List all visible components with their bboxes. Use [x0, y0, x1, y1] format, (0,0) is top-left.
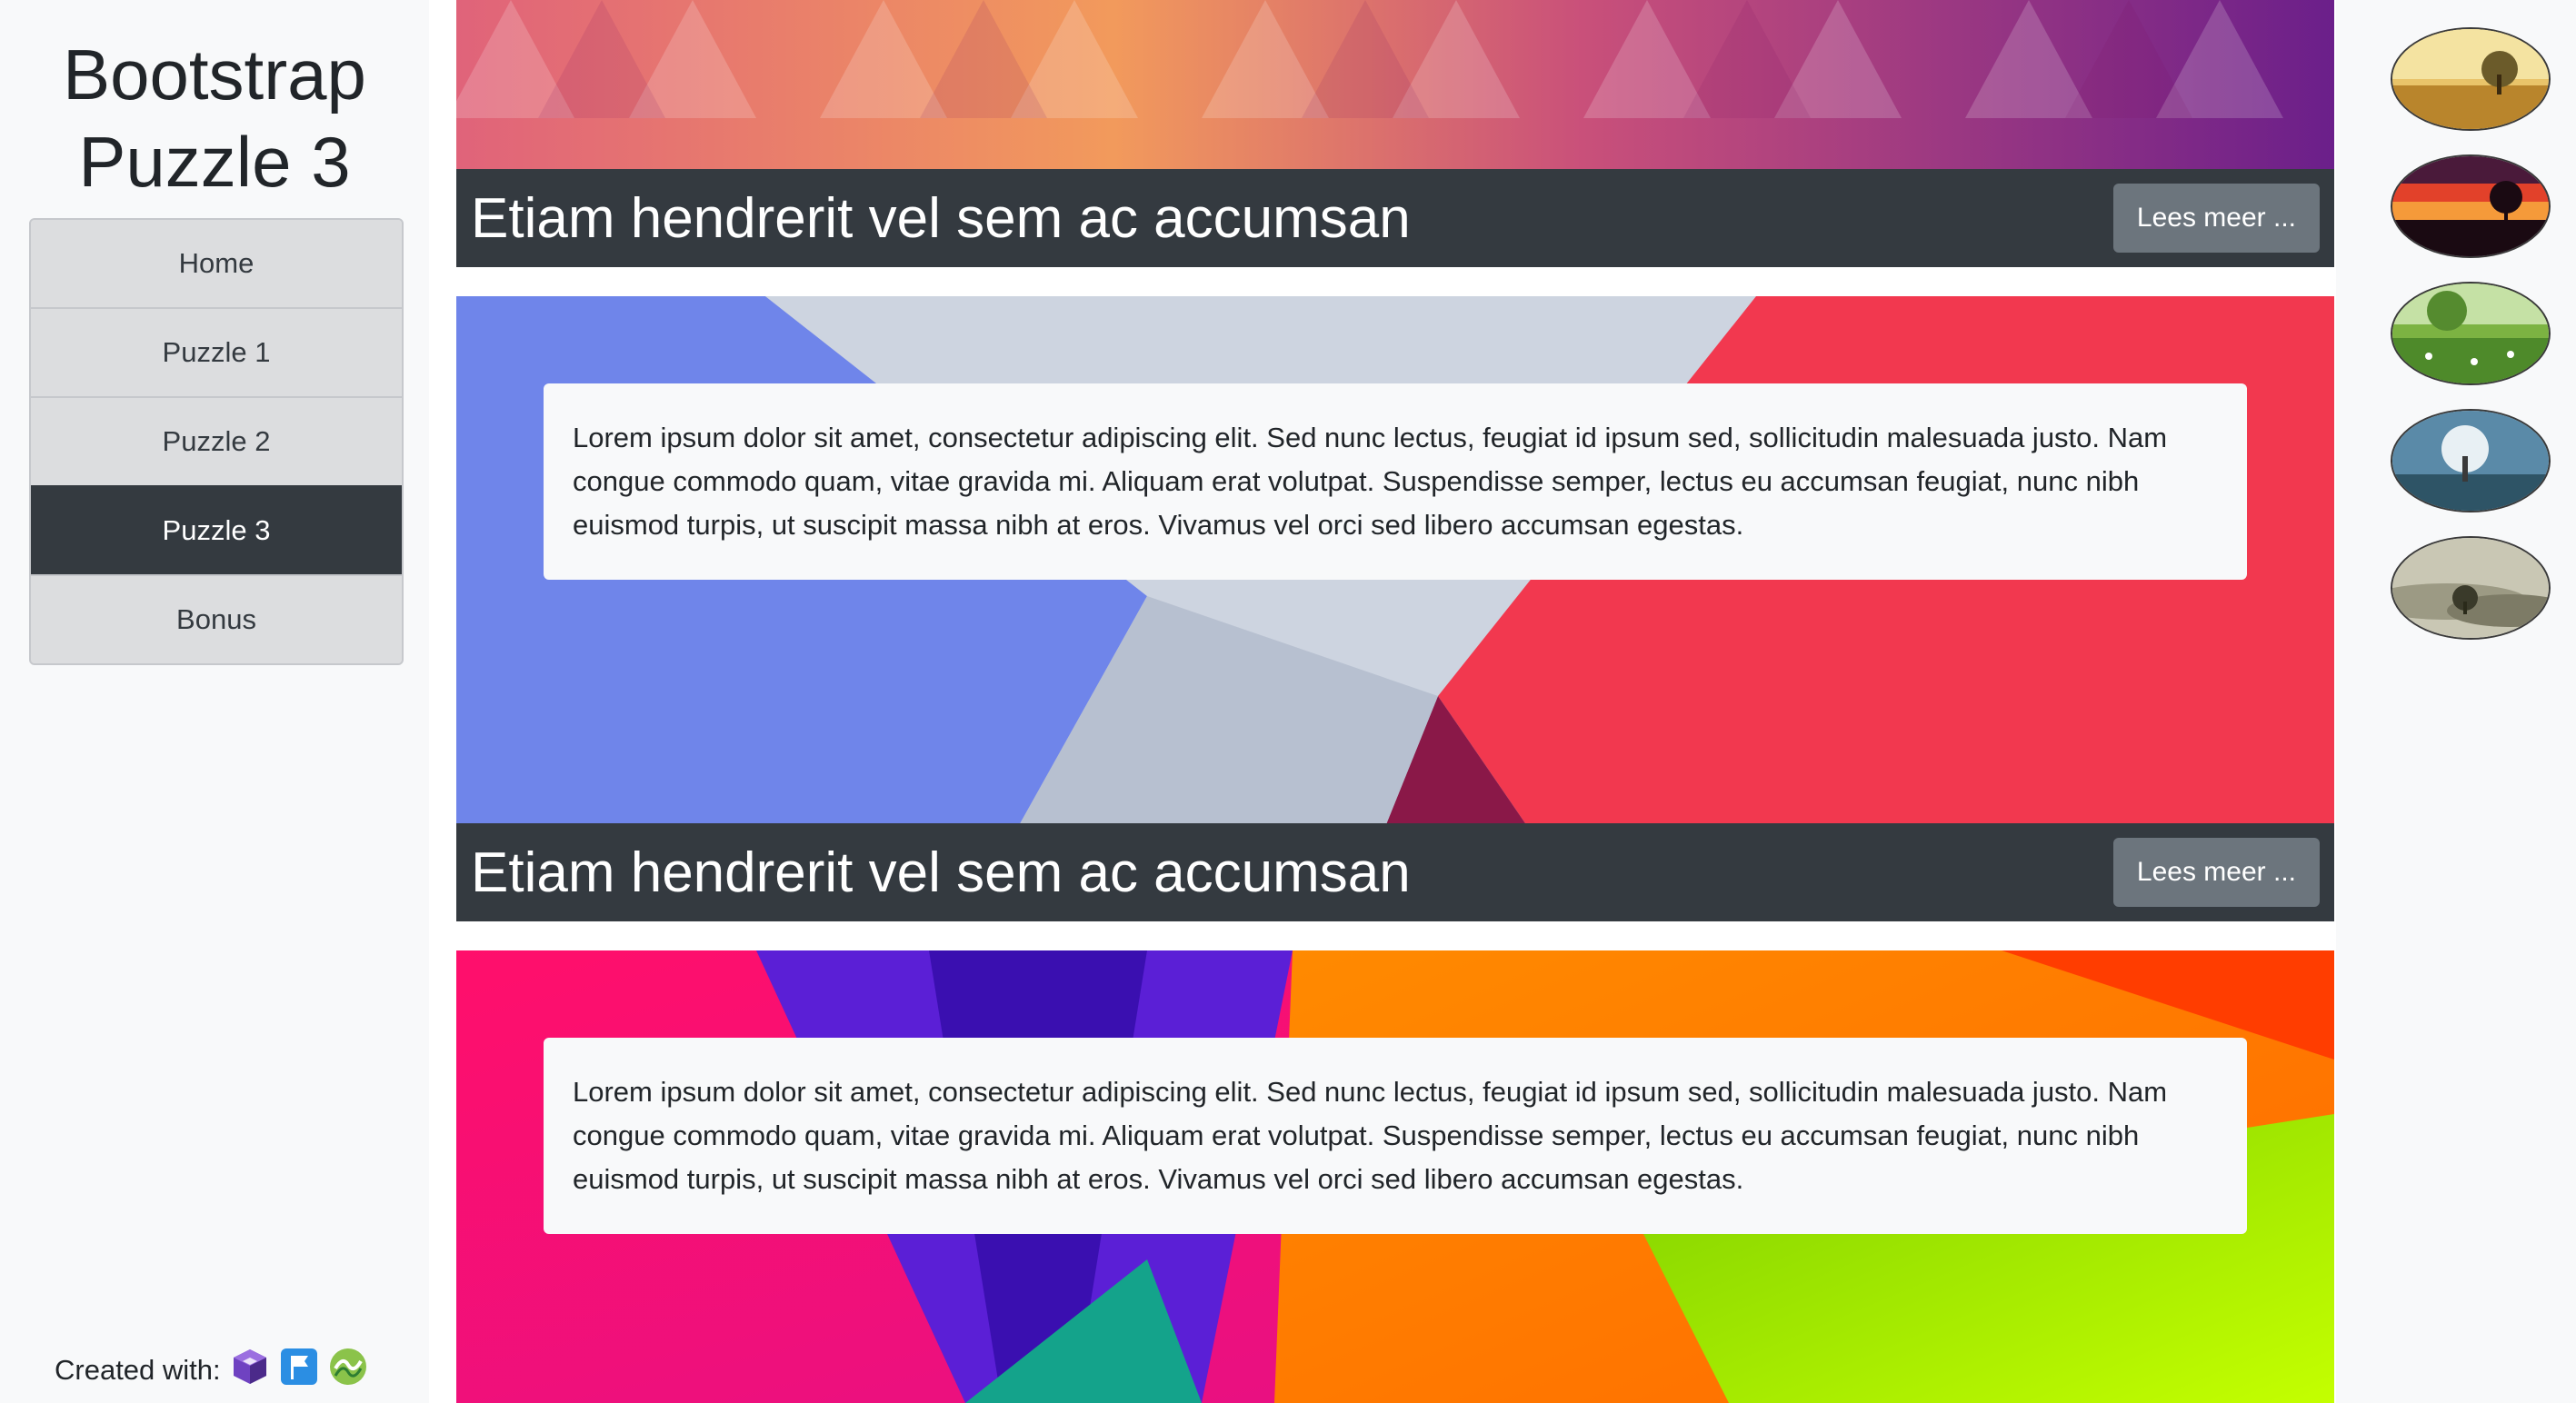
nav-item-bonus[interactable]: Bonus [31, 574, 402, 663]
card-2-text: Lorem ipsum dolor sit amet, consectetur … [573, 422, 2168, 541]
thumbnail-foggy-hills-tree[interactable] [2391, 536, 2551, 640]
card-2-title: Etiam hendrerit vel sem ac accumsan [471, 841, 1411, 904]
nav-item-puzzle-2[interactable]: Puzzle 2 [31, 396, 402, 485]
nav-menu: Home Puzzle 1 Puzzle 2 Puzzle 3 Bonus [29, 218, 404, 665]
card-1: Etiam hendrerit vel sem ac accumsan Lees… [456, 0, 2334, 267]
site-title: Bootstrap Puzzle 3 [0, 31, 429, 205]
cube-icon[interactable] [230, 1347, 270, 1394]
nav-item-home[interactable]: Home [31, 220, 402, 307]
card-2: Lorem ipsum dolor sit amet, consectetur … [456, 296, 2334, 921]
thumbnail-red-sunset-tree[interactable] [2391, 154, 2551, 258]
site-title-line1: Bootstrap [63, 35, 366, 114]
nav-item-puzzle-3[interactable]: Puzzle 3 [31, 485, 402, 574]
sidebar: Bootstrap Puzzle 3 Home Puzzle 1 Puzzle … [0, 0, 429, 1403]
card-1-read-more-button[interactable]: Lees meer ... [2112, 184, 2320, 253]
thumbnail-golden-field-tree[interactable] [2391, 27, 2551, 131]
main-content: Etiam hendrerit vel sem ac accumsan Lees… [429, 0, 2336, 1403]
thumbnail-green-meadow[interactable] [2391, 282, 2551, 385]
card-2-read-more-button[interactable]: Lees meer ... [2112, 838, 2320, 907]
card-3-image: Lorem ipsum dolor sit amet, consectetur … [456, 950, 2334, 1403]
flag-icon[interactable] [279, 1347, 319, 1394]
vuejs-like-icon[interactable] [328, 1347, 368, 1394]
thumbnail-frosted-tree[interactable] [2391, 409, 2551, 512]
card-1-title: Etiam hendrerit vel sem ac accumsan [471, 186, 1411, 250]
thumbnail-column [2336, 0, 2576, 1403]
card-2-text-box: Lorem ipsum dolor sit amet, consectetur … [544, 383, 2247, 580]
nav-item-puzzle-1[interactable]: Puzzle 1 [31, 307, 402, 396]
card-2-footer: Etiam hendrerit vel sem ac accumsan Lees… [456, 823, 2334, 921]
card-3: Lorem ipsum dolor sit amet, consectetur … [456, 950, 2334, 1403]
credits: Created with: [55, 1345, 368, 1396]
credits-label: Created with: [55, 1354, 221, 1386]
site-title-line2: Puzzle 3 [78, 122, 351, 202]
card-1-footer: Etiam hendrerit vel sem ac accumsan Lees… [456, 169, 2334, 267]
card-3-text: Lorem ipsum dolor sit amet, consectetur … [573, 1076, 2168, 1195]
card-3-text-box: Lorem ipsum dolor sit amet, consectetur … [544, 1038, 2247, 1234]
